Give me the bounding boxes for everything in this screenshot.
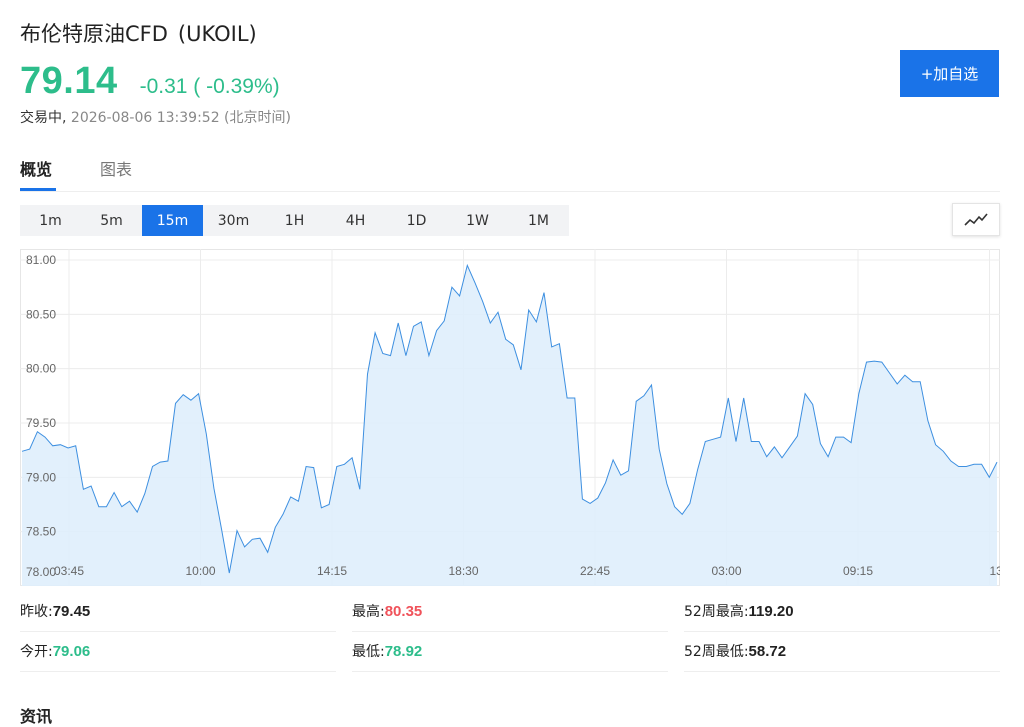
instrument-name: 布伦特原油CFD bbox=[20, 22, 168, 46]
price-change: -0.31 ( -0.39%) bbox=[139, 75, 280, 98]
y-tick-label: 79.50 bbox=[26, 416, 56, 430]
stat-value: 78.92 bbox=[384, 642, 423, 660]
stat-value: 79.45 bbox=[52, 602, 91, 620]
stat-label: 今开: bbox=[20, 644, 53, 660]
stat-52w-low: 52周最低: 58.72 bbox=[684, 631, 1000, 672]
interval-1h[interactable]: 1H bbox=[264, 205, 325, 236]
stat-low: 最低: 78.92 bbox=[352, 631, 668, 672]
tab-overview[interactable]: 概览 bbox=[20, 156, 52, 180]
x-tick-label: 18:30 bbox=[448, 564, 478, 578]
interval-1m[interactable]: 1m bbox=[20, 205, 81, 236]
price-area-fill bbox=[22, 265, 997, 586]
trading-status: 交易中, 2026-08-06 13:39:52 (北京时间) bbox=[20, 107, 291, 127]
tab-bar: 概览 图表 bbox=[20, 152, 1000, 192]
stat-label: 昨收: bbox=[20, 604, 53, 620]
interval-1w[interactable]: 1W bbox=[447, 205, 508, 236]
y-axis-ticks: 81.00 80.50 80.00 79.50 79.00 78.50 78.00 bbox=[26, 253, 56, 579]
y-tick-label: 80.50 bbox=[26, 307, 56, 321]
quote-datetime: 2026-08-06 13:39:52 (北京时间) bbox=[70, 110, 291, 126]
instrument-title: 布伦特原油CFD (UKOIL) bbox=[20, 18, 257, 48]
stat-value: 58.72 bbox=[748, 642, 787, 660]
price-chart-svg: 81.00 80.50 80.00 79.50 79.00 78.50 78.00 03:4… bbox=[20, 249, 1000, 586]
x-tick-label: 14:15 bbox=[317, 564, 347, 578]
stat-value: 79.06 bbox=[52, 642, 91, 660]
stat-high: 最高: 80.35 bbox=[352, 591, 668, 632]
interval-30m[interactable]: 30m bbox=[203, 205, 264, 236]
stat-open: 今开: 79.06 bbox=[20, 631, 336, 672]
interval-1d[interactable]: 1D bbox=[386, 205, 447, 236]
price-row: 79.14 -0.31 ( -0.39%) bbox=[20, 60, 280, 103]
current-price: 79.14 bbox=[20, 60, 118, 102]
tab-chart[interactable]: 图表 bbox=[100, 156, 132, 180]
x-tick-label: 03:00 bbox=[711, 564, 741, 578]
y-tick-label: 78.00 bbox=[26, 565, 56, 579]
instrument-code: (UKOIL) bbox=[177, 22, 257, 46]
news-section-title: 资讯 bbox=[20, 707, 53, 726]
interval-5m[interactable]: 5m bbox=[81, 205, 142, 236]
price-chart[interactable]: 81.00 80.50 80.00 79.50 79.00 78.50 78.00 03:4… bbox=[20, 249, 1000, 586]
y-tick-label: 81.00 bbox=[26, 253, 56, 267]
x-tick-label: 22:45 bbox=[580, 564, 610, 578]
stat-value: 80.35 bbox=[384, 602, 423, 620]
interval-15m[interactable]: 15m bbox=[142, 205, 203, 236]
chart-type-button[interactable] bbox=[952, 203, 1000, 236]
interval-selector: 1m 5m 15m 30m 1H 4H 1D 1W 1M bbox=[20, 205, 569, 236]
status-text: 交易中, bbox=[20, 110, 67, 126]
active-tab-indicator bbox=[20, 188, 56, 191]
interval-4h[interactable]: 4H bbox=[325, 205, 386, 236]
stat-label: 52周最高: bbox=[684, 604, 749, 620]
stat-value: 119.20 bbox=[748, 602, 794, 620]
x-tick-label: 09:15 bbox=[843, 564, 873, 578]
stat-label: 最高: bbox=[352, 604, 385, 620]
y-tick-label: 79.00 bbox=[26, 470, 56, 484]
y-tick-label: 78.50 bbox=[26, 525, 56, 539]
x-tick-label: 03:45 bbox=[54, 564, 84, 578]
x-tick-label: 10:00 bbox=[185, 564, 215, 578]
stat-prev-close: 昨收: 79.45 bbox=[20, 591, 336, 632]
add-to-watchlist-button[interactable]: +加自选 bbox=[900, 50, 999, 97]
stat-52w-high: 52周最高: 119.20 bbox=[684, 591, 1000, 632]
y-tick-label: 80.00 bbox=[26, 362, 56, 376]
stat-label: 52周最低: bbox=[684, 644, 749, 660]
stat-label: 最低: bbox=[352, 644, 385, 660]
interval-1mo[interactable]: 1M bbox=[508, 205, 569, 236]
x-tick-label: 13:30 bbox=[990, 564, 1001, 578]
line-chart-icon bbox=[964, 212, 988, 226]
